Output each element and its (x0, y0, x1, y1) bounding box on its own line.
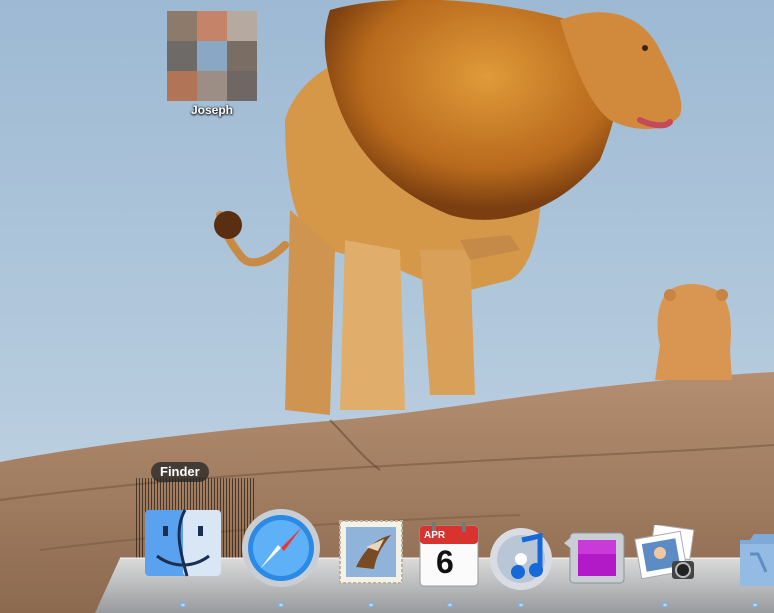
mail-running-indicator (368, 603, 374, 607)
finder-running-indicator (180, 603, 186, 607)
dock-safari[interactable] (240, 507, 322, 589)
safari-running-indicator (278, 603, 284, 607)
ical-month: APR (424, 530, 446, 541)
desktop-icon-label: Joseph (190, 103, 233, 117)
safari-icon (242, 509, 320, 587)
dock-itunes[interactable] (488, 526, 554, 592)
dock-ical[interactable]: APR 6 (418, 522, 482, 588)
mail-icon (339, 520, 403, 584)
desktop-icon-joseph[interactable]: Joseph (166, 11, 258, 117)
itunes-icon (490, 528, 552, 590)
front-row-icon (564, 532, 625, 584)
ical-running-indicator (447, 603, 453, 607)
dock-tooltip: Finder (151, 462, 209, 482)
itunes-running-indicator (518, 603, 524, 607)
dock-iphoto[interactable] (632, 523, 698, 587)
iphoto-running-indicator (662, 603, 668, 607)
dock-finder[interactable] (143, 508, 223, 578)
dock-mail[interactable] (336, 517, 406, 587)
dock-front-row[interactable] (564, 531, 626, 587)
dock-applications[interactable] (736, 532, 774, 588)
applications-running-indicator (752, 603, 758, 607)
applications-folder-icon (740, 534, 774, 586)
iphoto-icon (634, 523, 695, 580)
finder-icon (145, 509, 221, 577)
ical-day: 6 (436, 544, 454, 580)
photo-thumbnail-icon (167, 11, 257, 101)
